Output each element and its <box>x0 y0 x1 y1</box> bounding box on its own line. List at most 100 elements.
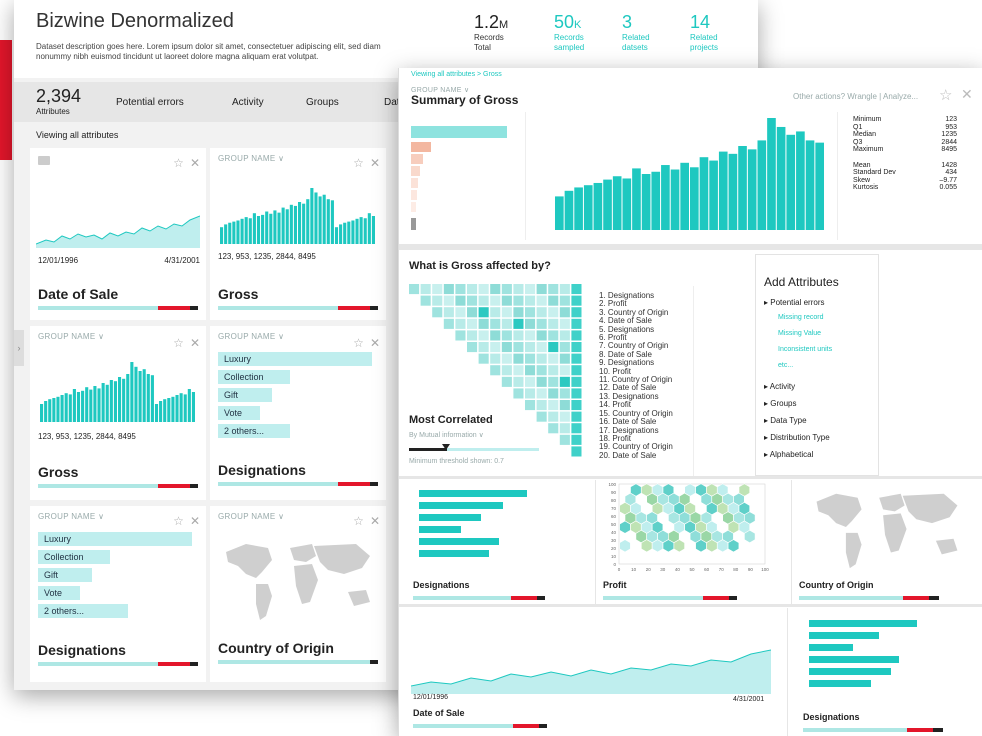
close-icon[interactable]: ✕ <box>190 336 200 350</box>
heatmap-cell <box>548 388 559 399</box>
attribute-card-country[interactable]: GROUP NAME ∨ ☆ ✕ Country of Origin <box>210 506 386 682</box>
y-tick-label: 50 <box>611 522 617 527</box>
tag-gift[interactable]: Gift <box>218 388 272 402</box>
histogram-bar <box>101 383 105 422</box>
heatmap-cell <box>571 376 582 387</box>
tag-luxury[interactable]: Luxury <box>218 352 372 366</box>
menu-data-type[interactable]: ▸ Data Type <box>764 416 807 425</box>
menu-activity[interactable]: ▸ Activity <box>764 382 795 391</box>
close-icon[interactable]: ✕ <box>190 156 200 170</box>
histogram-bar <box>738 146 747 230</box>
star-icon[interactable]: ☆ <box>353 514 364 528</box>
slider-handle[interactable] <box>442 444 450 450</box>
correlated-list[interactable]: 1. Designations 2. Profit 3. Country of Or… <box>599 291 691 460</box>
stat-records-sampled[interactable]: 50K Records sampled <box>554 12 614 53</box>
attributes-count[interactable]: 2,394 Attributes <box>36 86 81 116</box>
group-name-dropdown[interactable]: GROUP NAME ∨ <box>218 512 284 521</box>
tab-groups[interactable]: Groups <box>306 97 339 108</box>
menu-groups[interactable]: ▸ Groups <box>764 399 796 408</box>
tab-potential-errors[interactable]: Potential errors <box>116 97 184 108</box>
close-icon[interactable]: ✕ <box>370 336 380 350</box>
star-icon[interactable]: ☆ <box>939 86 952 104</box>
heatmap-cell <box>525 318 536 329</box>
heatmap-cell <box>513 307 524 318</box>
close-icon[interactable]: ✕ <box>190 514 200 528</box>
tag-others[interactable]: 2 others... <box>38 604 128 618</box>
menu-distribution-type[interactable]: ▸ Distribution Type <box>764 433 830 442</box>
tag-collection[interactable]: Collection <box>38 550 110 564</box>
star-icon[interactable]: ☆ <box>173 514 184 528</box>
histogram-bar <box>187 389 191 422</box>
add-attributes-title: Add Attributes <box>764 275 839 289</box>
star-icon[interactable]: ☆ <box>173 156 184 170</box>
attribute-card-date-of-sale[interactable]: ☆ ✕ 12/01/1996 4/31/2001 Date of Sale <box>30 148 206 320</box>
tab-activity[interactable]: Activity <box>232 97 264 108</box>
x-tick-label: 10 <box>631 567 637 572</box>
tag-luxury[interactable]: Luxury <box>38 532 192 546</box>
breadcrumb[interactable]: Viewing all attributes > Gross <box>411 71 502 78</box>
mini-card-designations-2[interactable]: Designations <box>793 608 982 736</box>
card-title: Gross <box>38 464 79 480</box>
heatmap-cell <box>501 284 512 295</box>
heatmap-cell <box>455 284 466 295</box>
close-icon[interactable]: ✕ <box>370 156 380 170</box>
date-to: 4/31/2001 <box>733 696 765 703</box>
histogram-bar <box>93 386 97 422</box>
attribute-card-designations[interactable]: GROUP NAME ∨ ☆ ✕ Luxury Collection Gift V… <box>210 326 386 500</box>
stat-related-projects[interactable]: 14 Related projects <box>690 12 750 53</box>
heatmap-cell <box>501 330 512 341</box>
histogram-bar <box>641 174 651 230</box>
date-from: 12/01/1996 <box>38 256 79 265</box>
most-correlated-title: Most Correlated <box>409 414 493 426</box>
group-name-dropdown[interactable]: GROUP NAME ∨ <box>218 154 284 163</box>
y-tick-label: 40 <box>611 530 617 535</box>
tag-vote[interactable]: Vote <box>38 586 80 600</box>
mini-card-date-of-sale[interactable]: 12/01/1996 4/31/2001 Date of Sale <box>399 608 788 736</box>
heatmap-cell <box>501 307 512 318</box>
tag-vote[interactable]: Vote <box>218 406 260 420</box>
histogram-bar <box>252 213 256 244</box>
menu-alphabetical[interactable]: ▸ Alphabetical <box>764 450 813 459</box>
histogram-bar <box>651 171 661 230</box>
by-mutual-dropdown[interactable]: By Mutual information ∨ <box>409 431 484 439</box>
attribute-card-gross[interactable]: GROUP NAME ∨ ☆ ✕ 123, 953, 1235, 2844, 84… <box>210 148 386 320</box>
tag-gift[interactable]: Gift <box>38 568 92 582</box>
threshold-slider[interactable] <box>409 444 539 451</box>
heatmap-cell <box>536 411 547 422</box>
mini-card-country[interactable]: Country of Origin <box>793 480 982 604</box>
star-icon[interactable]: ☆ <box>173 336 184 350</box>
group-name-dropdown[interactable]: GROUP NAME ∨ <box>38 332 104 341</box>
menu-etc[interactable]: etc... <box>778 362 793 369</box>
group-name-dropdown[interactable]: GROUP NAME ∨ <box>218 332 284 341</box>
card-title: Designations <box>38 642 126 658</box>
mini-card-profit[interactable]: 100 90 80 70 60 50 40 30 20 10 0 0 10 20 30 40 50 60 70 80 9… <box>597 480 792 604</box>
menu-potential-errors[interactable]: ▸ Potential errors <box>764 298 825 307</box>
close-icon[interactable]: ✕ <box>961 86 973 103</box>
mini-card-designations[interactable]: Designations <box>399 480 596 604</box>
menu-inconsistent-units[interactable]: Inconsistent units <box>778 346 832 353</box>
tag-collection[interactable]: Collection <box>218 370 290 384</box>
stat-related-datasets[interactable]: 3 Related datsets <box>622 12 682 53</box>
histogram-bar <box>709 160 718 230</box>
dataset-title: Bizwine Denormalized <box>36 10 234 32</box>
close-icon[interactable]: ✕ <box>370 514 380 528</box>
menu-missing-record[interactable]: Missing record <box>778 314 824 321</box>
correlated-item[interactable]: 20. Date of Sale <box>599 451 691 460</box>
card-title: Country of Origin <box>799 580 874 590</box>
y-tick-label: 80 <box>611 498 617 503</box>
left-collapse-handle[interactable]: › <box>14 330 24 366</box>
menu-missing-value[interactable]: Missing Value <box>778 330 821 337</box>
group-name-dropdown[interactable]: GROUP NAME ∨ <box>38 512 104 521</box>
tag-others[interactable]: 2 others... <box>218 424 290 438</box>
heatmap-cell <box>432 307 443 318</box>
attribute-card-designations-2[interactable]: GROUP NAME ∨ ☆ ✕ Luxury Collection Gift V… <box>30 506 206 682</box>
attribute-card-gross-2[interactable]: GROUP NAME ∨ ☆ ✕ 123, 953, 1235, 2844, 84… <box>30 326 206 500</box>
heatmap-cell <box>559 434 570 445</box>
star-icon[interactable]: ☆ <box>353 336 364 350</box>
star-icon[interactable]: ☆ <box>353 156 364 170</box>
x-tick-label: 50 <box>689 567 695 572</box>
other-actions[interactable]: Other actions? Wrangle | Analyze... <box>793 92 918 101</box>
histogram-bar <box>815 142 824 230</box>
range-overview[interactable] <box>411 126 511 236</box>
heatmap-cell <box>467 330 478 341</box>
